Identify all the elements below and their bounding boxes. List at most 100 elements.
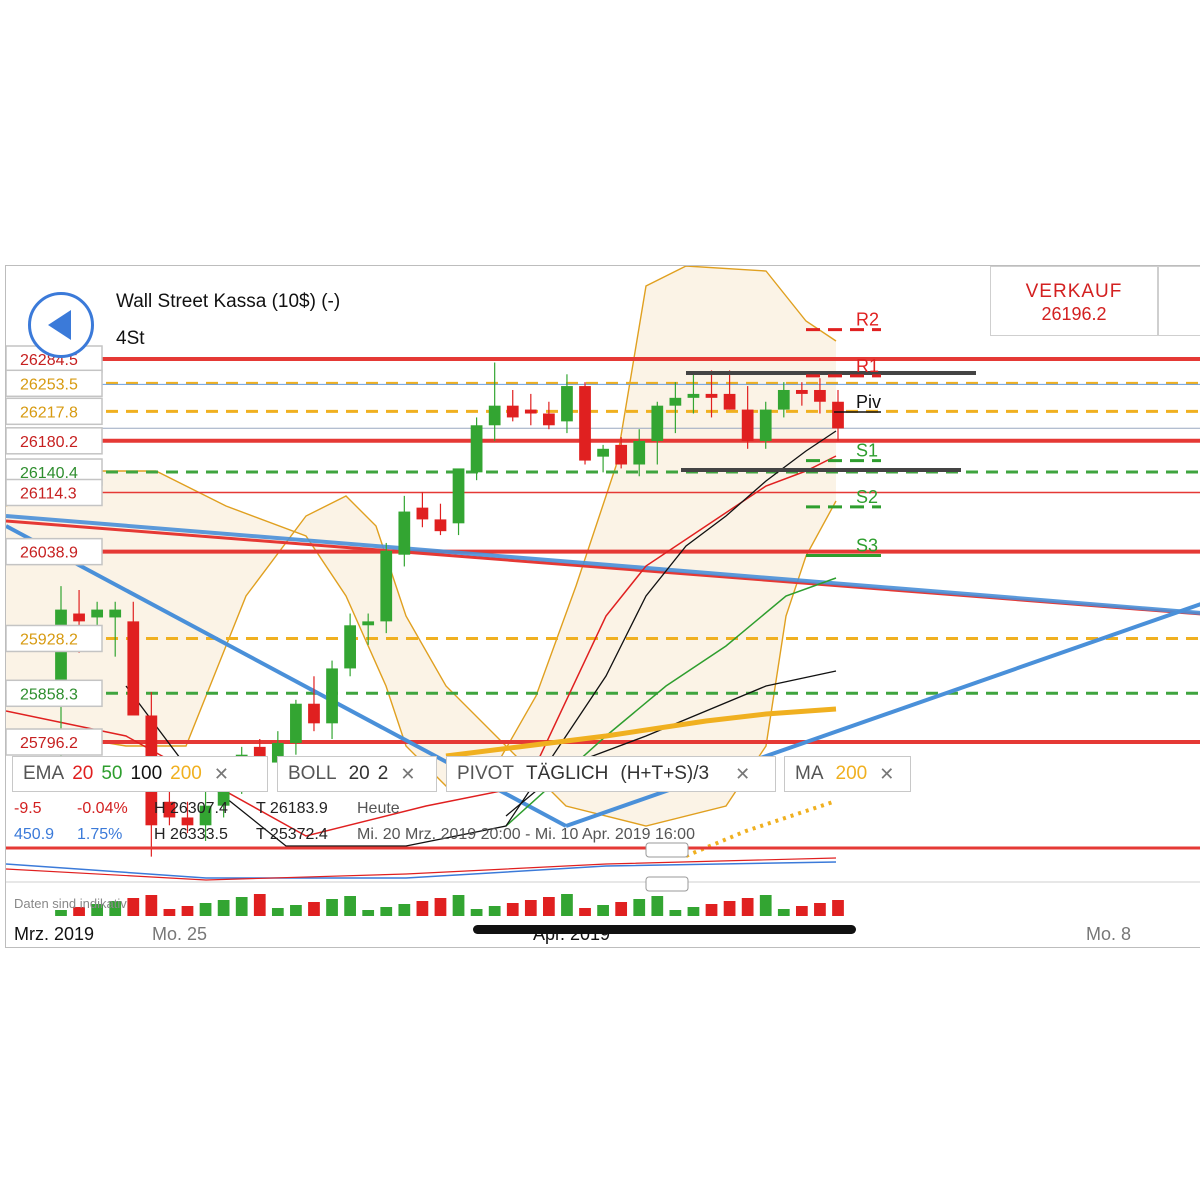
candle[interactable] bbox=[290, 700, 302, 755]
close-icon[interactable]: ✕ bbox=[214, 764, 229, 785]
candle-body bbox=[525, 410, 537, 414]
candle[interactable] bbox=[525, 394, 537, 425]
volume-bar bbox=[254, 894, 266, 916]
candle-body bbox=[633, 441, 645, 465]
candle-body bbox=[832, 402, 844, 429]
price-label-text: 26114.3 bbox=[20, 485, 77, 502]
candle-body bbox=[796, 390, 808, 394]
candle-body bbox=[597, 449, 609, 457]
data-disclaimer: Daten sind indikativ bbox=[14, 896, 127, 911]
candle-body bbox=[669, 398, 681, 406]
candle-body bbox=[91, 610, 103, 618]
candle-body bbox=[724, 394, 736, 410]
close-icon[interactable]: ✕ bbox=[735, 764, 750, 785]
x-tick-mrz: Mrz. 2019 bbox=[14, 924, 94, 945]
range-change-pct: 1.75% bbox=[77, 826, 122, 844]
volume-bar bbox=[814, 903, 826, 916]
pivot-label-r1: R1 bbox=[856, 356, 879, 376]
pivot-chip[interactable]: PIVOT TÄGLICH (H+T+S)/3 ✕ bbox=[446, 756, 776, 792]
panel-resize-handle[interactable] bbox=[646, 843, 688, 857]
volume-bar bbox=[200, 903, 212, 916]
candle-body bbox=[127, 621, 139, 715]
volume-bar bbox=[633, 899, 645, 916]
ema-period-50: 50 bbox=[101, 763, 122, 785]
volume-bar bbox=[688, 907, 700, 916]
home-indicator bbox=[473, 925, 856, 934]
range-low: T 25372.4 bbox=[256, 826, 328, 844]
volume-bar bbox=[290, 905, 302, 916]
candle[interactable] bbox=[435, 504, 447, 535]
candle-body bbox=[688, 394, 700, 398]
ema-period-200: 200 bbox=[170, 763, 202, 785]
candle[interactable] bbox=[597, 445, 609, 472]
back-arrow-icon bbox=[31, 295, 91, 355]
candle[interactable] bbox=[344, 614, 356, 677]
candle-body bbox=[109, 610, 121, 618]
candle-body bbox=[471, 425, 483, 472]
close-icon[interactable]: ✕ bbox=[879, 764, 894, 785]
x-tick-mo8: Mo. 8 bbox=[1086, 924, 1131, 945]
candle[interactable] bbox=[453, 468, 465, 535]
candle-body bbox=[651, 406, 663, 441]
x-tick-mo25: Mo. 25 bbox=[152, 924, 207, 945]
volume-bar bbox=[615, 902, 627, 916]
price-label-text: 25796.2 bbox=[20, 735, 78, 752]
candle[interactable] bbox=[308, 676, 320, 731]
volume-bar bbox=[724, 901, 736, 916]
close-icon[interactable]: ✕ bbox=[400, 764, 415, 785]
ma-chip[interactable]: MA 200 ✕ bbox=[784, 756, 911, 792]
volume-bars bbox=[55, 894, 844, 916]
candle[interactable] bbox=[417, 492, 429, 527]
price-chart[interactable]: R2R1PivS1S2S326284.526253.526217.826180.… bbox=[6, 266, 1200, 948]
candle[interactable] bbox=[326, 661, 338, 739]
candle[interactable] bbox=[543, 402, 555, 429]
candle-body bbox=[778, 390, 790, 410]
candle[interactable] bbox=[471, 417, 483, 480]
buy-button-edge[interactable] bbox=[1158, 266, 1200, 336]
pivot-label-s2: S2 bbox=[856, 487, 878, 507]
candle[interactable] bbox=[507, 390, 519, 421]
today-high: H 26307.4 bbox=[154, 800, 228, 818]
boll-chip[interactable]: BOLL 20 2 ✕ bbox=[277, 756, 437, 792]
candle-body bbox=[326, 668, 338, 723]
chart-frame[interactable]: R2R1PivS1S2S326284.526253.526217.826180.… bbox=[5, 265, 1200, 948]
price-label-text: 25858.3 bbox=[20, 686, 78, 703]
volume-bar bbox=[308, 902, 320, 916]
candle[interactable] bbox=[489, 363, 501, 441]
boll-period: 20 bbox=[349, 763, 370, 785]
price-label: 25796.2 bbox=[6, 729, 102, 755]
volume-bar bbox=[362, 910, 374, 916]
candle[interactable] bbox=[380, 543, 392, 633]
range-change: 450.9 bbox=[14, 826, 54, 844]
pivot-label-piv: Piv bbox=[856, 392, 881, 412]
volume-bar bbox=[706, 904, 718, 916]
boll-chip-name: BOLL bbox=[288, 763, 337, 785]
candle[interactable] bbox=[579, 382, 591, 464]
today-change: -9.5 bbox=[14, 800, 42, 818]
candle-body bbox=[742, 410, 754, 441]
candle-body bbox=[417, 508, 429, 520]
price-label-text: 26217.8 bbox=[20, 404, 78, 421]
ema-chip[interactable]: EMA 20 50 100 200 ✕ bbox=[12, 756, 268, 792]
price-label: 26114.3 bbox=[6, 479, 102, 505]
today-change-pct: -0.04% bbox=[77, 800, 128, 818]
volume-bar bbox=[796, 906, 808, 916]
candle-body bbox=[507, 406, 519, 418]
pivot-label-r2: R2 bbox=[856, 310, 879, 330]
volume-bar bbox=[127, 898, 139, 916]
ma-period: 200 bbox=[836, 763, 868, 785]
sell-price: 26196.2 bbox=[991, 304, 1157, 325]
volume-bar bbox=[543, 897, 555, 916]
interval-label: 4St bbox=[116, 328, 145, 350]
back-button[interactable] bbox=[28, 292, 94, 358]
volume-bar bbox=[760, 895, 772, 916]
volume-bar bbox=[453, 895, 465, 916]
volume-bar bbox=[669, 910, 681, 916]
candle-body bbox=[435, 519, 447, 531]
candle[interactable] bbox=[398, 496, 410, 567]
ma-chip-name: MA bbox=[795, 763, 824, 785]
price-label-text: 26038.9 bbox=[20, 545, 78, 562]
volume-bar bbox=[561, 894, 573, 916]
sell-button[interactable]: VERKAUF 26196.2 bbox=[990, 266, 1158, 336]
panel-resize-handle[interactable] bbox=[646, 877, 688, 891]
